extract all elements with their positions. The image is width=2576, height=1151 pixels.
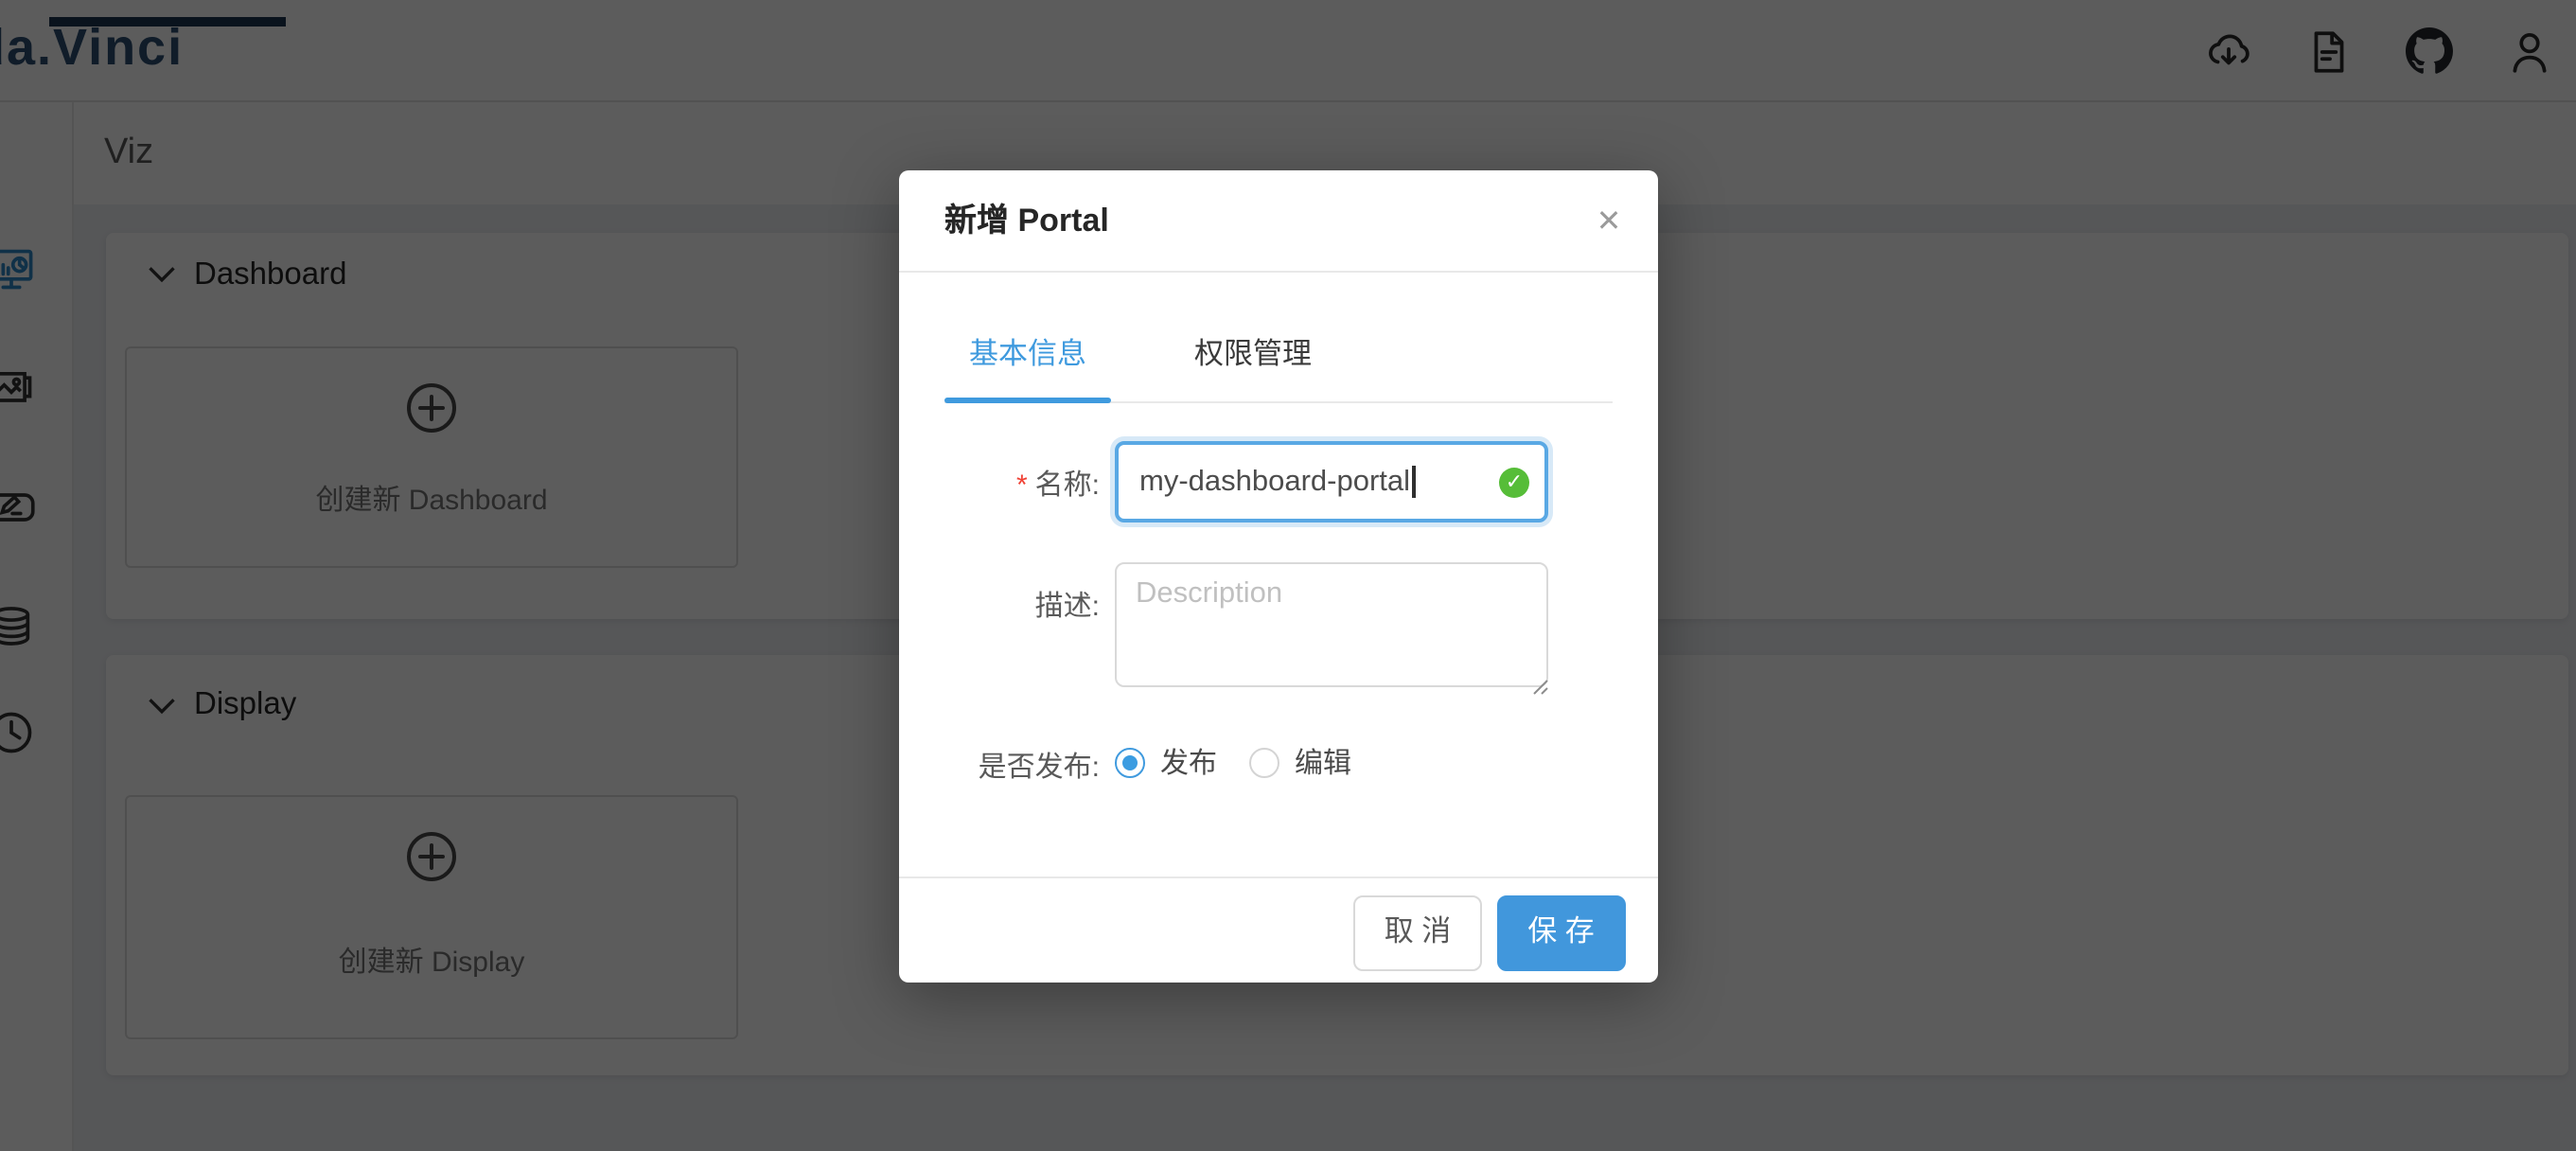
radio-publish-label[interactable]: 发布 bbox=[1160, 742, 1217, 782]
description-textarea[interactable] bbox=[1115, 562, 1548, 687]
save-button[interactable]: 保 存 bbox=[1496, 894, 1626, 970]
modal-title: 新增 Portal bbox=[944, 170, 1109, 271]
radio-publish-selected[interactable] bbox=[1115, 747, 1145, 777]
description-field-label: 描述: bbox=[926, 585, 1100, 625]
active-tab-indicator bbox=[944, 397, 1111, 402]
davinci-app: da.Vinci bbox=[0, 0, 2576, 1151]
modal-footer: 取 消 保 存 bbox=[899, 876, 1658, 983]
publish-radio-group: 发布 编辑 bbox=[1115, 742, 1351, 782]
radio-edit-label[interactable]: 编辑 bbox=[1295, 742, 1351, 782]
portal-name-input[interactable]: my-dashboard-portal ✓ bbox=[1115, 441, 1548, 522]
text-caret bbox=[1412, 466, 1415, 498]
tab-basic-info[interactable]: 基本信息 bbox=[944, 333, 1111, 379]
add-portal-modal: 新增 Portal ✕ 基本信息 权限管理 *名称: my-dashboard-… bbox=[899, 170, 1658, 983]
radio-edit[interactable] bbox=[1249, 747, 1279, 777]
cancel-button[interactable]: 取 消 bbox=[1353, 894, 1482, 970]
name-field-label: *名称: bbox=[926, 464, 1100, 504]
modal-header: 新增 Portal ✕ bbox=[899, 170, 1658, 272]
close-icon[interactable]: ✕ bbox=[1563, 174, 1654, 269]
required-asterisk: * bbox=[1016, 469, 1028, 502]
valid-check-icon: ✓ bbox=[1499, 467, 1529, 497]
portal-name-value: my-dashboard-portal bbox=[1139, 465, 1410, 499]
tab-permissions[interactable]: 权限管理 bbox=[1170, 333, 1336, 379]
resize-handle-icon[interactable] bbox=[1529, 670, 1548, 704]
publish-field-label: 是否发布: bbox=[926, 746, 1100, 786]
